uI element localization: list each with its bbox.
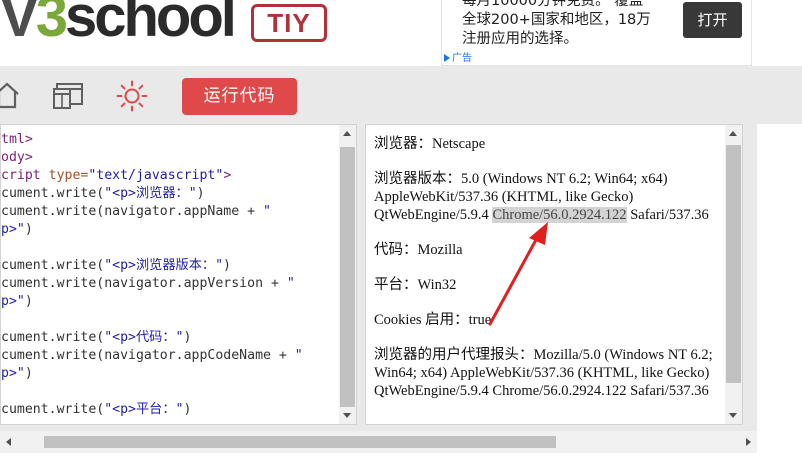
code-token: " (263, 204, 271, 219)
code-line[interactable] (1, 311, 336, 329)
code-token: cument.write(navigator.appName + (1, 204, 264, 219)
code-line[interactable]: cument.write("<p>代码：") (1, 329, 336, 347)
code-line[interactable]: p>") (1, 293, 336, 311)
ad-open-button[interactable]: 打开 (683, 2, 742, 38)
code-token: "<p>浏览器版本：" (104, 258, 224, 273)
code-token: " (294, 348, 303, 363)
result-version: 浏览器版本：5.0 (Windows NT 6.2; Win64; x64) A… (374, 170, 719, 224)
result-vertical-scrollbar[interactable] (725, 125, 742, 424)
scroll-up-arrow-icon[interactable] (729, 131, 737, 136)
code-token: p>" (1, 294, 25, 309)
logo-digit: 3 (35, 0, 68, 49)
code-token: ) (183, 402, 192, 417)
result-platform: 平台：Win32 (374, 277, 457, 293)
code-line[interactable]: cument.write("<p>浏览器：") (1, 185, 336, 203)
scroll-up-arrow-icon[interactable] (343, 131, 351, 136)
home-icon[interactable] (0, 80, 20, 110)
result-content: 浏览器：Netscape 浏览器版本：5.0 (Windows NT 6.2; … (374, 135, 719, 417)
code-token: tml> (1, 132, 33, 147)
result-scrollbar-thumb[interactable] (726, 145, 741, 383)
code-token: "text/javascript" (88, 168, 224, 183)
result-cookies: Cookies 启用：true (374, 312, 492, 328)
code-token: "<p>平台：" (104, 402, 184, 417)
code-line[interactable]: ody> (1, 149, 336, 167)
tiy-badge[interactable]: TIY (251, 4, 327, 42)
horizontal-scrollbar-thumb[interactable] (44, 436, 556, 448)
code-line[interactable]: p>") (1, 365, 336, 383)
code-token: " (286, 276, 295, 291)
code-line[interactable] (1, 239, 336, 257)
right-margin (757, 124, 802, 460)
code-token: ) (223, 258, 231, 273)
run-code-button[interactable]: 运行代码 (182, 78, 297, 115)
code-line[interactable]: cript type="text/javascript"> (1, 167, 336, 185)
bottom-margin (0, 453, 802, 460)
scroll-down-arrow-icon[interactable] (729, 413, 737, 418)
code-scrollbar-thumb[interactable] (340, 147, 355, 407)
result-version-label: 浏览器版本： (374, 171, 461, 187)
code-token: > (223, 168, 232, 183)
code-line[interactable]: cument.write(navigator.appName + " (1, 203, 336, 221)
horizontal-scrollbar[interactable] (0, 431, 757, 453)
result-user-agent: 浏览器的用户代理报头：Mozilla/5.0 (Windows NT 6.2; … (374, 347, 713, 399)
code-token: cument.write( (1, 330, 105, 345)
result-panel: 浏览器：Netscape 浏览器版本：5.0 (Windows NT 6.2; … (365, 124, 743, 425)
code-line[interactable]: cument.write(navigator.appVersion + " (1, 275, 336, 293)
code-line[interactable]: tml> (1, 131, 336, 149)
code-token: cument.write(navigator.appVersion + (1, 276, 287, 291)
code-editor-panel[interactable]: tml> ody> cript type="text/javascript"> cum… (0, 124, 357, 425)
code-line[interactable]: p>") (1, 221, 336, 239)
code-vertical-scrollbar[interactable] (339, 125, 356, 424)
result-browser: 浏览器：Netscape (374, 136, 486, 152)
code-token: cument.write( (1, 402, 105, 417)
ad-banner[interactable]: 每月10000分钟免费。 覆盖 全球200+国家和地区，18万 注册应用的选择。… (441, 0, 752, 66)
logo-suffix: school (64, 0, 237, 49)
code-token: p>" (1, 366, 25, 381)
scroll-left-arrow-icon[interactable] (6, 438, 11, 446)
header: V3school TIY 每月10000分钟免费。 覆盖 全球200+国家和地区… (0, 0, 802, 66)
code-token: p>" (1, 222, 25, 237)
scroll-right-arrow-icon[interactable] (746, 438, 751, 446)
code-token: cument.write( (1, 186, 105, 201)
result-code: 代码：Mozilla (374, 242, 463, 258)
tryit-editor: V3school TIY 每月10000分钟免费。 覆盖 全球200+国家和地区… (0, 0, 802, 460)
code-token: cument.write( (1, 258, 105, 273)
ad-label[interactable]: 广告 (444, 49, 472, 64)
code-token: ) (196, 186, 205, 201)
code-token: "<p>代码：" (104, 330, 184, 345)
ad-choices-icon (444, 54, 450, 62)
code-token: cript (1, 168, 49, 183)
code-token: cument.write(navigator.appCodeName + (1, 348, 295, 363)
logo-prefix: V (0, 0, 39, 49)
result-version-post: Safari/537.36 (626, 207, 709, 223)
code-line[interactable]: cument.write(navigator.appCodeName + " (1, 347, 336, 365)
window-layout-icon[interactable] (53, 82, 84, 110)
code-token: type= (48, 168, 89, 183)
code-line[interactable]: cument.write("<p>浏览器版本：") (1, 257, 336, 275)
sun-icon[interactable] (116, 80, 148, 112)
code-line[interactable]: cument.write("<p>平台：") (1, 401, 336, 419)
w3school-logo[interactable]: V3school (0, 0, 237, 49)
code-token: ) (24, 294, 33, 309)
code-token: ) (24, 222, 33, 237)
code-token: ) (183, 330, 192, 345)
ad-text: 每月10000分钟免费。 覆盖 全球200+国家和地区，18万 注册应用的选择。 (462, 0, 651, 47)
code-token: "<p>浏览器：" (104, 186, 197, 201)
ad-label-text: 广告 (452, 53, 472, 64)
scroll-down-arrow-icon[interactable] (343, 413, 351, 418)
code-line[interactable] (1, 383, 336, 401)
code-token: ody> (1, 150, 33, 165)
result-version-highlight: Chrome/56.0.2924.122 (492, 207, 627, 223)
code-token: ) (24, 366, 33, 381)
code-editor-text[interactable]: tml> ody> cript type="text/javascript"> cum… (1, 131, 336, 419)
